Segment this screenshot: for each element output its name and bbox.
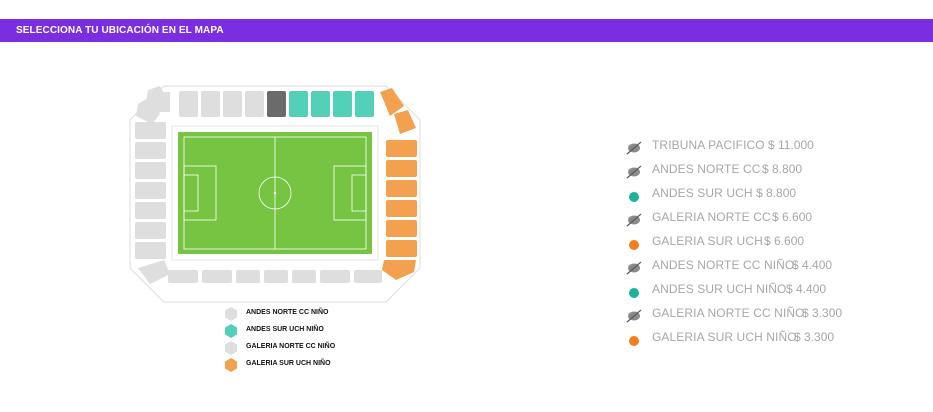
- hexagon-icon: [225, 341, 237, 355]
- section-left-1[interactable]: [135, 122, 166, 139]
- section-left-5[interactable]: [135, 202, 166, 219]
- price-item-tribuna-pacifico[interactable]: TRIBUNA PACIFICO $ 11.000: [626, 136, 886, 160]
- price-item-name: TRIBUNA PACIFICO: [652, 138, 765, 152]
- price-item-name: ANDES SUR UCH NIÑO: [652, 282, 787, 296]
- price-item-price: $ 4.400: [792, 258, 833, 272]
- price-item-name: ANDES NORTE CC NIÑO: [652, 258, 795, 272]
- section-top-1[interactable]: [179, 91, 198, 117]
- page-header: SELECCIONA TU UBICACIÓN EN EL MAPA: [0, 19, 933, 42]
- section-right-2[interactable]: [386, 160, 417, 177]
- price-item-price: $ 6.600: [772, 210, 813, 224]
- price-item-price: $ 4.400: [786, 282, 827, 296]
- price-item-galeria-sur-uch-nino[interactable]: GALERIA SUR UCH NIÑO $ 3.300: [626, 328, 886, 352]
- price-item-galeria-norte-cc-nino[interactable]: GALERIA NORTE CC NIÑO $ 3.300: [626, 304, 886, 328]
- section-left-7[interactable]: [135, 242, 166, 259]
- legend-label: ANDES NORTE CC NIÑO: [246, 309, 329, 316]
- legend-item: ANDES NORTE CC NIÑO: [224, 306, 384, 323]
- section-left-3[interactable]: [135, 162, 166, 179]
- section-top-teal-4[interactable]: [355, 91, 374, 117]
- section-left-4[interactable]: [135, 182, 166, 199]
- price-item-price: $ 11.000: [768, 138, 814, 152]
- hexagon-icon: [225, 358, 237, 372]
- dot-icon: [629, 240, 639, 250]
- section-top-dark[interactable]: [267, 91, 286, 117]
- price-item-name: GALERIA SUR UCH: [652, 234, 763, 248]
- section-bottom-2[interactable]: [202, 270, 232, 283]
- section-bottom-4[interactable]: [264, 270, 288, 283]
- price-item-galeria-sur-uch[interactable]: GALERIA SUR UCH $ 6.600: [626, 232, 886, 256]
- section-bottom-6[interactable]: [320, 270, 350, 283]
- section-right-5[interactable]: [386, 220, 417, 237]
- section-top-teal-1[interactable]: [289, 91, 308, 117]
- price-item-name: ANDES SUR UCH: [652, 186, 753, 200]
- legend-item: GALERIA SUR UCH NIÑO: [224, 357, 384, 374]
- section-right-4[interactable]: [386, 200, 417, 217]
- unavailable-icon: [626, 261, 642, 275]
- legend-item: GALERIA NORTE CC NIÑO: [224, 340, 384, 357]
- section-right-1[interactable]: [386, 140, 417, 157]
- section-bottom-1[interactable]: [168, 270, 198, 283]
- section-bottom-3[interactable]: [236, 270, 260, 283]
- dot-icon: [629, 192, 639, 202]
- dot-icon: [629, 288, 639, 298]
- price-item-price: $ 8.800: [762, 162, 803, 176]
- stadium-map: [128, 84, 424, 304]
- section-left-6[interactable]: [135, 222, 166, 239]
- top-stand: [150, 91, 374, 117]
- legend-item: ANDES SUR UCH NIÑO: [224, 323, 384, 340]
- section-top-2[interactable]: [201, 91, 220, 117]
- legend-label: GALERIA SUR UCH NIÑO: [246, 360, 331, 367]
- price-item-price: $ 6.600: [764, 234, 805, 248]
- football-pitch: [171, 125, 379, 261]
- price-item-name: ANDES NORTE CC: [652, 162, 761, 176]
- price-item-andes-norte-cc[interactable]: ANDES NORTE CC $ 8.800: [626, 160, 886, 184]
- legend-label: ANDES SUR UCH NIÑO: [246, 326, 324, 333]
- section-bottom-5[interactable]: [292, 270, 316, 283]
- section-top-teal-3[interactable]: [333, 91, 352, 117]
- section-left-2[interactable]: [135, 142, 166, 159]
- hexagon-icon: [225, 324, 237, 338]
- price-item-andes-sur-uch-nino[interactable]: ANDES SUR UCH NIÑO $ 4.400: [626, 280, 886, 304]
- section-right-3[interactable]: [386, 180, 417, 197]
- section-top-4[interactable]: [245, 91, 264, 117]
- unavailable-icon: [626, 309, 642, 323]
- price-item-galeria-norte-cc[interactable]: GALERIA NORTE CC $ 6.600: [626, 208, 886, 232]
- price-item-andes-sur-uch[interactable]: ANDES SUR UCH $ 8.800: [626, 184, 886, 208]
- price-list: TRIBUNA PACIFICO $ 11.000 ANDES NORTE CC…: [626, 136, 886, 352]
- hexagon-icon: [225, 307, 237, 321]
- map-legend: ANDES NORTE CC NIÑO ANDES SUR UCH NIÑO G…: [224, 306, 384, 374]
- legend-label: GALERIA NORTE CC NIÑO: [246, 343, 336, 350]
- unavailable-icon: [626, 213, 642, 227]
- price-item-price: $ 3.300: [794, 330, 835, 344]
- section-bottom-7[interactable]: [354, 270, 382, 283]
- section-top-3[interactable]: [223, 91, 242, 117]
- unavailable-icon: [626, 165, 642, 179]
- unavailable-icon: [626, 141, 642, 155]
- price-item-name: GALERIA NORTE CC: [652, 210, 771, 224]
- price-item-andes-norte-cc-nino[interactable]: ANDES NORTE CC NIÑO $ 4.400: [626, 256, 886, 280]
- section-right-6[interactable]: [386, 240, 417, 257]
- price-item-price: $ 8.800: [756, 186, 797, 200]
- dot-icon: [629, 336, 639, 346]
- price-item-name: GALERIA SUR UCH NIÑO: [652, 330, 797, 344]
- section-top-teal-2[interactable]: [311, 91, 330, 117]
- price-item-name: GALERIA NORTE CC NIÑO: [652, 306, 805, 320]
- price-item-price: $ 3.300: [802, 306, 843, 320]
